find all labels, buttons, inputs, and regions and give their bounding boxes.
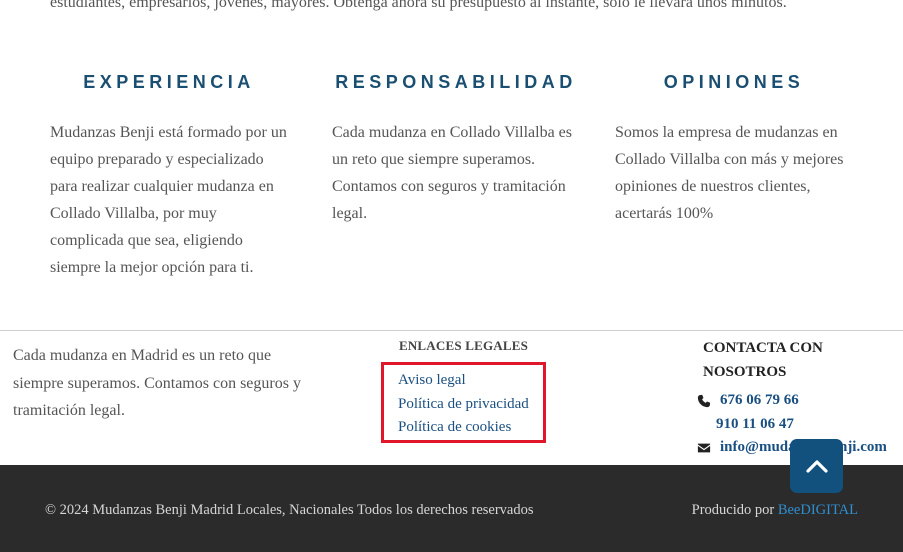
footer-about-text: Cada mudanza en Madrid es un reto que si… — [13, 347, 301, 419]
feature-title: EXPERIENCIA — [83, 72, 255, 92]
privacy-policy-link[interactable]: Política de privacidad — [398, 393, 543, 417]
legal-links-section: ENLACES LEGALES Aviso legal Política de … — [381, 336, 546, 443]
legal-links-highlight: Aviso legal Política de privacidad Polít… — [381, 362, 546, 443]
section-divider — [0, 330, 903, 331]
feature-text: Somos la empresa de mudanzas en Collado … — [615, 124, 844, 222]
feature-text: Mudanzas Benji está formado por un equip… — [50, 124, 287, 276]
scroll-to-top-button[interactable] — [790, 439, 843, 493]
contact-heading: CONTACTA CON NOSOTROS — [703, 340, 823, 380]
feature-text: Cada mudanza en Collado Villalba es un r… — [332, 124, 573, 222]
phone-link-1[interactable]: 676 06 79 66 — [697, 389, 903, 413]
feature-experiencia: EXPERIENCIA Mudanzas Benji está formado … — [44, 72, 294, 281]
produced-by: Producido por BeeDIGITAL — [692, 502, 858, 519]
footer-bottom-bar: © 2024 Mudanzas Benji Madrid Locales, Na… — [0, 465, 903, 552]
copyright-text: © 2024 Mudanzas Benji Madrid Locales, Na… — [45, 502, 534, 518]
phone-number-2: 910 11 06 47 — [716, 415, 794, 432]
produced-by-label: Producido por — [691, 502, 778, 518]
feature-opiniones: OPINIONES Somos la empresa de mudanzas e… — [609, 72, 859, 227]
feature-responsabilidad: RESPONSABILIDAD Cada mudanza en Collado … — [326, 72, 586, 227]
phone-icon — [697, 394, 711, 408]
feature-title: OPINIONES — [663, 72, 805, 92]
feature-title: RESPONSABILIDAD — [335, 72, 577, 92]
chevron-up-icon — [805, 460, 828, 473]
cookies-policy-link[interactable]: Política de cookies — [398, 416, 543, 440]
aviso-legal-link[interactable]: Aviso legal — [398, 369, 543, 393]
envelope-icon — [697, 443, 711, 453]
legal-links-heading: ENLACES LEGALES — [398, 338, 529, 353]
phone-number-1: 676 06 79 66 — [720, 392, 799, 408]
phone-link-2[interactable]: 910 11 06 47 — [697, 413, 903, 437]
beedigital-link[interactable]: BeeDIGITAL — [778, 502, 858, 518]
intro-text: estudiantes, empresarios, jóvenes, mayor… — [50, 0, 787, 11]
